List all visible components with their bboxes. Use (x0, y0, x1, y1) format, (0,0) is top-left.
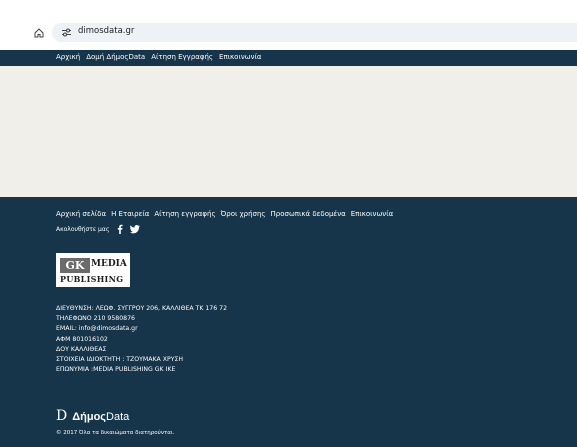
media-publishing-logo[interactable]: GK MEDIA PUBLISHING (56, 253, 130, 287)
footer-link-contact[interactable]: Επικοινωνία (351, 210, 393, 218)
contact-tax-office: ΔΟΥ ΚΑΛΛΙΘΕΑΣ (56, 345, 107, 353)
nav-item-registration[interactable]: Αίτηση Εγγραφής (151, 53, 213, 61)
footer-links: Αρχική σελίδα Η Εταιρεία Αίτηση εγγραφής… (56, 210, 398, 218)
contact-email: EMAIL: info@dimosdata.gr (56, 325, 138, 333)
browser-toolbar: dimosdata.gr (0, 0, 577, 50)
logo-gk-mark: GK (60, 258, 90, 273)
facebook-icon[interactable] (115, 224, 125, 234)
nav-item-home[interactable]: Αρχική (56, 53, 80, 61)
footer-link-privacy[interactable]: Προσωπικά δεδομένα (271, 210, 346, 218)
nav-item-structure[interactable]: Δομή ΔήμοςData (86, 53, 145, 61)
brand-logo[interactable]: D Δήμος Data (56, 408, 129, 424)
contact-address: ΔΙΕΥΘΥΝΣΗ: ΛΕΩΦ. ΣΥΓΓΡΟΥ 206, ΚΑΛΛΙΘΕΑ Τ… (56, 305, 228, 312)
contact-vat: ΑΦΜ 801016102 (56, 335, 108, 343)
url-text[interactable]: dimosdata.gr (78, 26, 134, 36)
logo-publishing-text: PUBLISHING (60, 274, 124, 284)
footer-link-company[interactable]: Η Εταιρεία (111, 210, 149, 218)
brand-mark: D (56, 408, 68, 424)
home-icon[interactable] (33, 27, 45, 39)
site-settings-icon[interactable] (61, 27, 72, 38)
footer-link-registration[interactable]: Αίτηση εγγραφής (154, 210, 215, 218)
brand-suffix: Data (106, 411, 130, 423)
follow-label: Ακολουθήστε μας (56, 225, 110, 233)
address-bar[interactable]: dimosdata.gr (52, 23, 577, 42)
page-content (0, 66, 577, 197)
contact-phone: ΤΗΛΕΦΩΝΟ 210 9580876 (56, 315, 135, 323)
brand-name: Δήμος (72, 411, 107, 423)
site-footer: Αρχική σελίδα Η Εταιρεία Αίτηση εγγραφής… (0, 197, 577, 447)
twitter-icon[interactable] (130, 224, 140, 234)
copyright-text: © 2017 Όλα τα δικαιώματα διατηρούνται. (56, 430, 175, 436)
main-navigation: Αρχική Δομή ΔήμοςData Αίτηση Εγγραφής Επ… (0, 50, 577, 66)
contact-info: ΔΙΕΥΘΥΝΣΗ: ΛΕΩΦ. ΣΥΓΓΡΟΥ 206, ΚΑΛΛΙΘΕΑ Τ… (56, 304, 227, 375)
logo-media-text: MEDIA (91, 259, 127, 269)
footer-link-home[interactable]: Αρχική σελίδα (56, 210, 106, 218)
footer-link-terms[interactable]: Όροι χρήσης (221, 210, 266, 218)
contact-company-name: ΕΠΩΝΥΜΙΑ :MEDIA PUBLISHING GK IKE (56, 366, 176, 374)
nav-item-contact[interactable]: Επικοινωνία (219, 53, 261, 61)
contact-owner: ΣΤΟΙΧΕΙΑ ΙΔΙΟΚΤΗΤΗ : ΤΖΟΥΜΑΚΑ ΧΡΥΣΗ (56, 356, 184, 364)
social-follow: Ακολουθήστε μας (56, 224, 145, 234)
